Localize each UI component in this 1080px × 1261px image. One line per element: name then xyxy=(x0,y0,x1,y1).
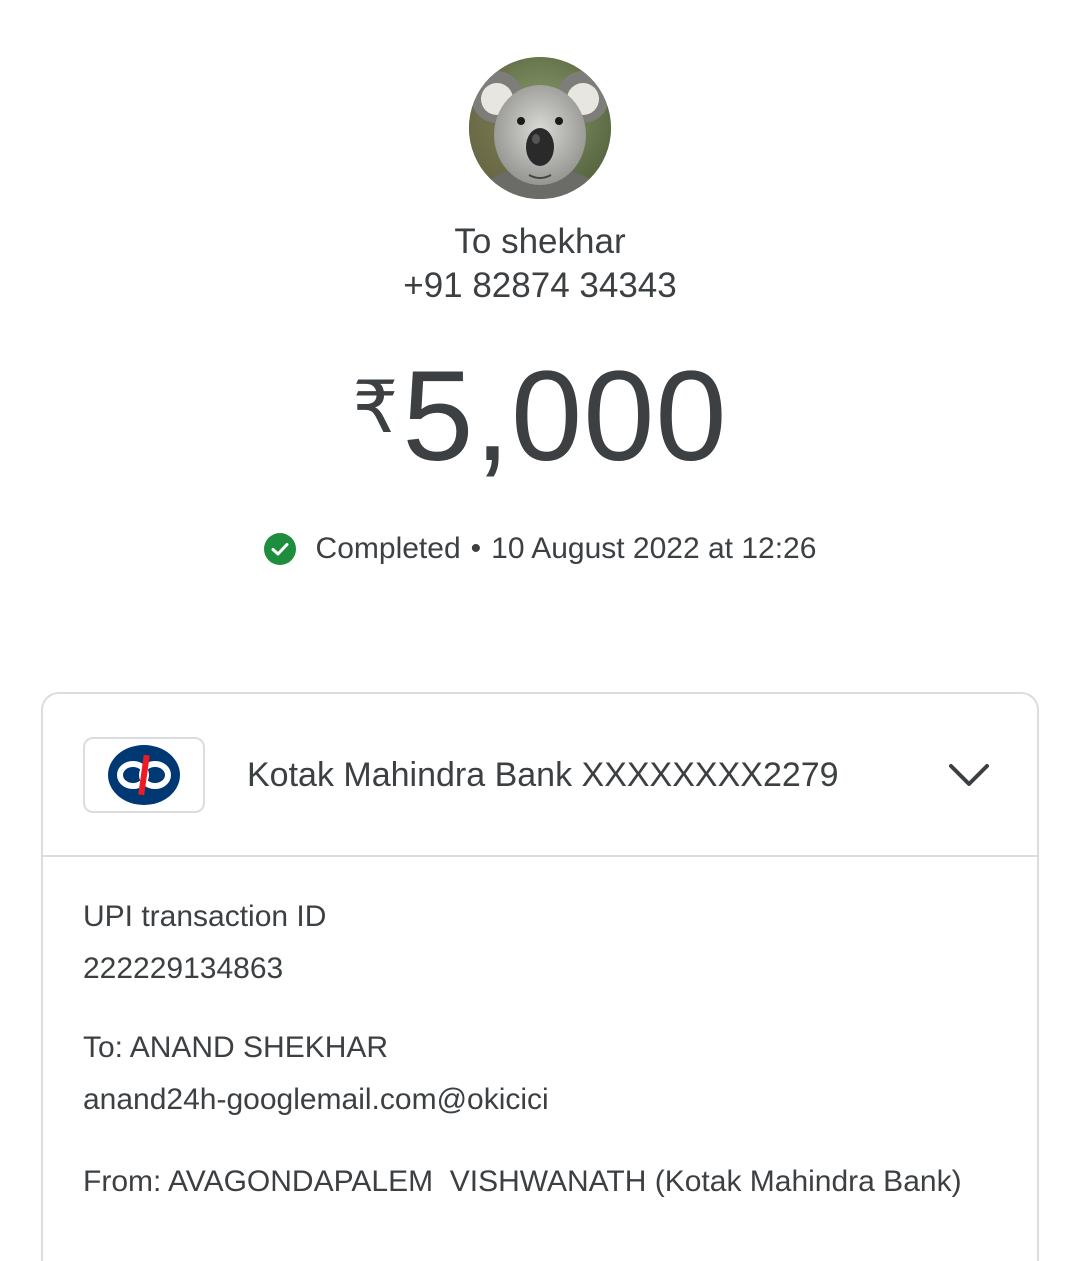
check-circle-icon xyxy=(263,533,296,565)
bank-account-row[interactable]: Kotak Mahindra Bank XXXXXXXX2279 xyxy=(43,694,1037,857)
transaction-datetime: 10 August 2022 at 12:26 xyxy=(491,532,817,565)
amount-value: 5,000 xyxy=(402,345,728,488)
recipient-name: To shekhar xyxy=(454,222,626,261)
bank-logo xyxy=(83,737,205,813)
recipient-avatar xyxy=(469,57,611,199)
bank-account-name: Kotak Mahindra Bank XXXXXXXX2279 xyxy=(247,756,839,794)
transaction-details-card: Kotak Mahindra Bank XXXXXXXX2279 UPI tra… xyxy=(41,692,1039,1261)
status-separator: • xyxy=(470,532,482,565)
upi-transaction-id-label: UPI transaction ID xyxy=(83,900,327,933)
recipient-phone: +91 82874 34343 xyxy=(403,266,677,305)
chevron-down-icon[interactable] xyxy=(947,758,991,790)
to-upi-id: anand24h-googlemail.com@okicici xyxy=(83,1083,549,1116)
payment-amount: ₹5,000 xyxy=(0,343,1080,490)
koala-avatar-image xyxy=(469,57,611,199)
kotak-logo-icon xyxy=(108,745,180,805)
transaction-details-page: To shekhar +91 82874 34343 ₹5,000 Comple… xyxy=(0,0,1080,1261)
from-account-label: From: AVAGONDAPALEM VISHWANATH (Kotak Ma… xyxy=(83,1165,962,1198)
payment-status: Completed • 10 August 2022 at 12:26 xyxy=(0,532,1080,566)
upi-transaction-id-value[interactable]: 222229134863 xyxy=(83,952,283,986)
to-recipient-label: To: ANAND SHEKHAR xyxy=(83,1031,389,1064)
currency-symbol: ₹ xyxy=(352,368,399,448)
status-text: Completed xyxy=(315,532,461,565)
